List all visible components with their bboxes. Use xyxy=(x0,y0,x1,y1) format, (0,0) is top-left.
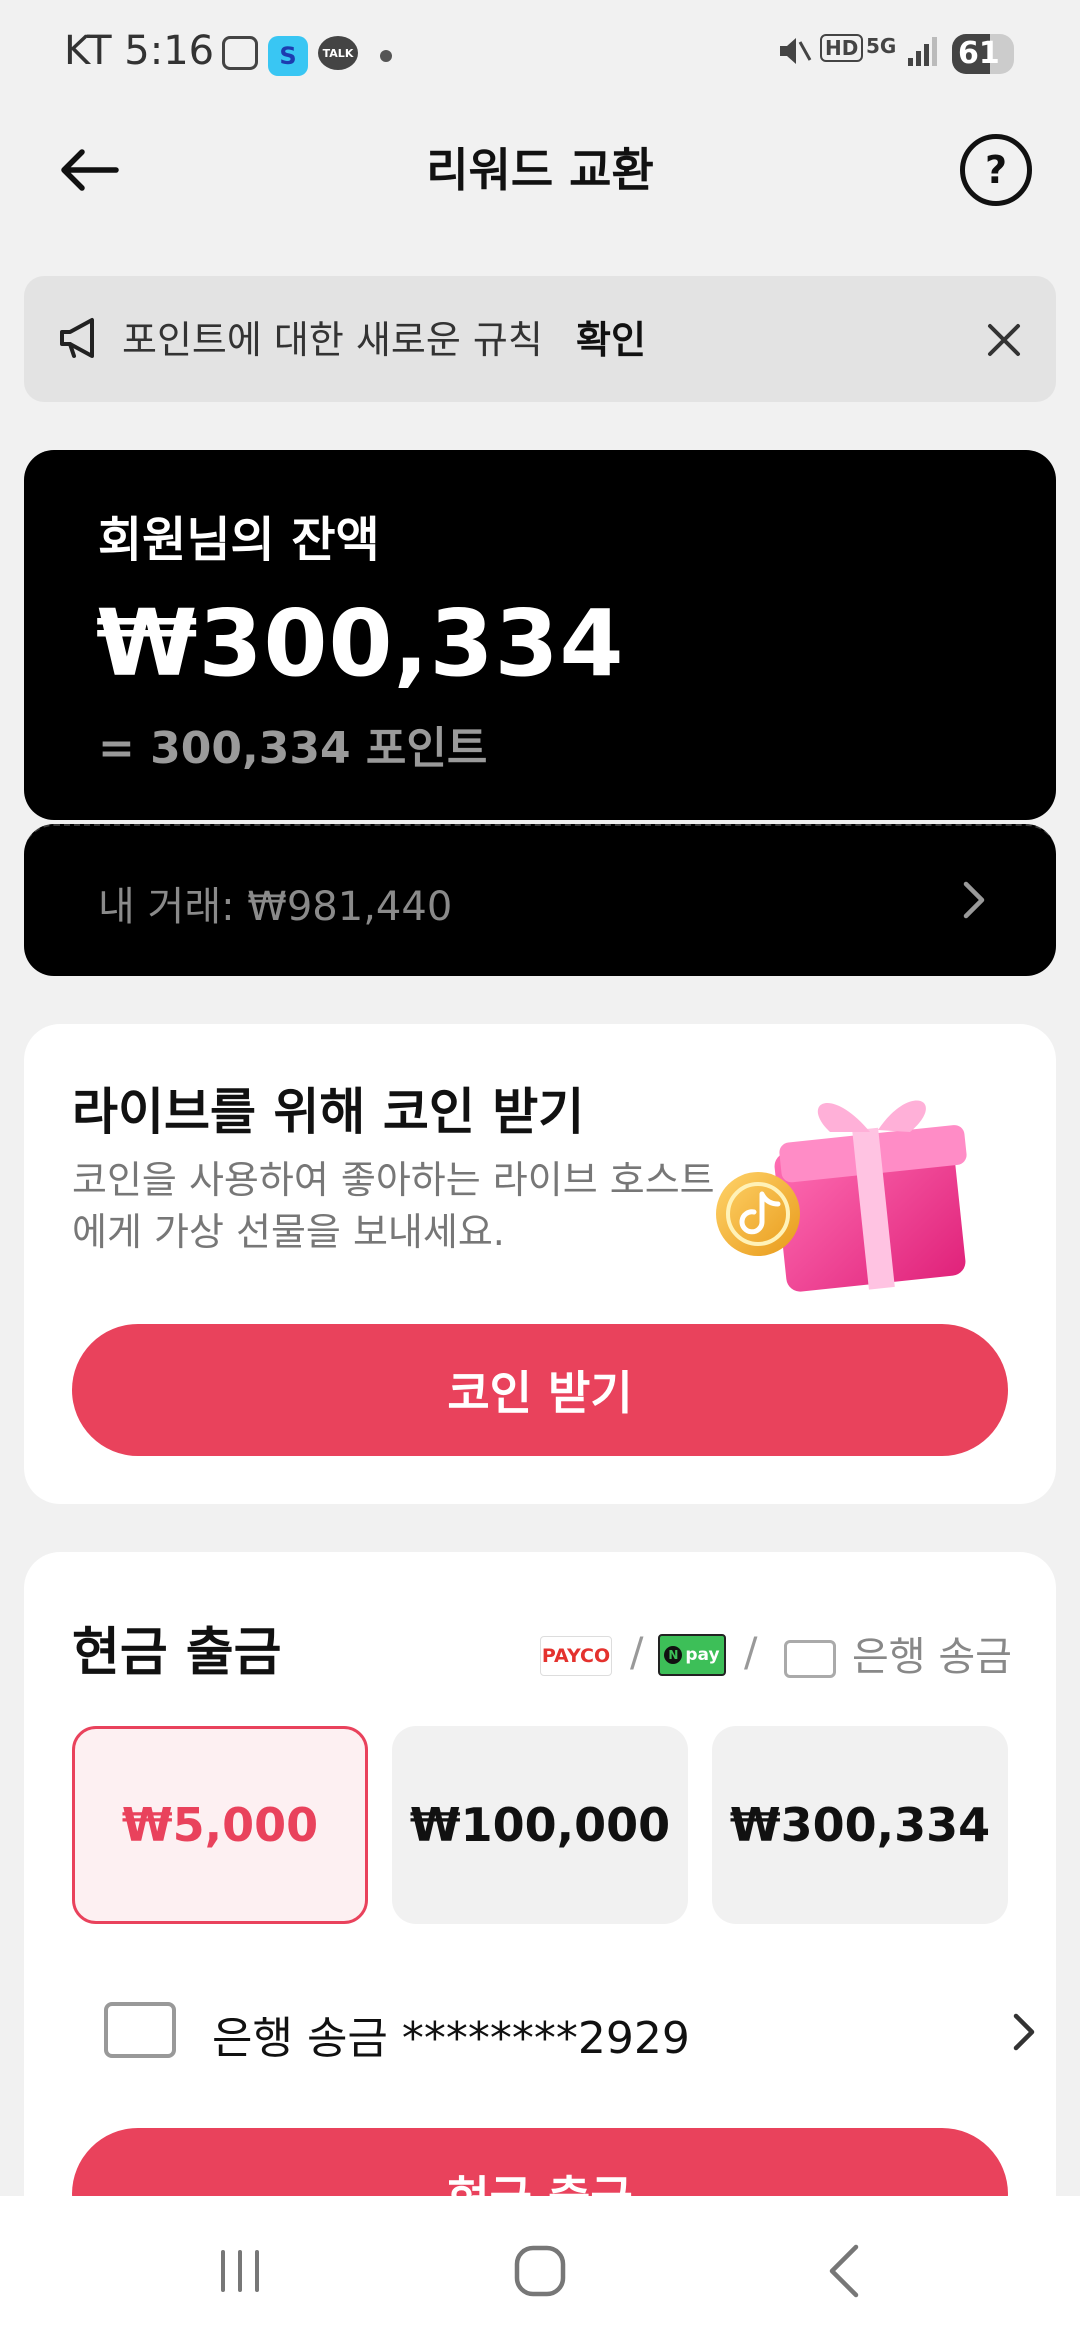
npay-label: pay xyxy=(685,1645,720,1665)
signal-icon xyxy=(906,34,940,75)
transactions-row[interactable]: 내 거래: ₩981,440 xyxy=(24,824,1056,976)
credit-card-icon xyxy=(104,2002,176,2058)
megaphone-icon xyxy=(60,318,94,358)
notice-confirm-link[interactable]: 확인 xyxy=(576,312,646,368)
chevron-left-icon xyxy=(829,2244,859,2298)
status-bar: KT 5:16 S TALK HD 5G 61 xyxy=(0,0,1080,110)
get-coins-button[interactable]: 코인 받기 xyxy=(72,1324,1008,1456)
balance-label: 회원님의 잔액 xyxy=(98,512,380,568)
recents-icon xyxy=(221,2250,259,2292)
notice-close-button[interactable] xyxy=(974,310,1034,370)
arrow-left-icon xyxy=(61,149,119,191)
recents-button[interactable] xyxy=(200,2236,280,2306)
balance-points: = 300,334 포인트 xyxy=(98,723,488,774)
home-button[interactable] xyxy=(500,2236,580,2306)
more-notifications-dot xyxy=(380,50,392,62)
chevron-right-icon xyxy=(994,2002,1054,2062)
gift-box-coin-icon xyxy=(716,1100,967,1292)
balance-card: 회원님의 잔액 ₩300,334 = 300,334 포인트 xyxy=(24,450,1056,820)
payco-logo: PAYCO xyxy=(540,1636,612,1676)
chevron-right-icon xyxy=(944,870,1004,930)
bank-transfer-label: 은행 송금 xyxy=(852,1634,1012,1680)
battery-icon: 61 xyxy=(952,34,1014,74)
notice-text: 포인트에 대한 새로운 규칙 xyxy=(122,318,543,362)
hd-icon: HD xyxy=(820,34,864,62)
bank-account-label: 은행 송금 ********2929 xyxy=(212,2013,690,2064)
method-separator: / xyxy=(744,1630,758,1676)
page-title: 리워드 교환 xyxy=(426,143,654,197)
method-separator: / xyxy=(630,1630,644,1676)
kakaotalk-icon: TALK xyxy=(318,36,358,70)
coins-description: 코인을 사용하여 좋아하는 라이브 호스트에게 가상 선물을 보내세요. xyxy=(72,1158,715,1254)
coins-card: 라이브를 위해 코인 받기 코인을 사용하여 좋아하는 라이브 호스트에게 가상… xyxy=(24,1024,1056,1504)
amount-option-100000[interactable]: ₩100,000 xyxy=(392,1726,688,1924)
home-icon xyxy=(514,2245,566,2297)
battery-level: 61 xyxy=(958,36,1000,71)
credit-card-icon xyxy=(784,1640,836,1678)
npay-n-glyph: N xyxy=(664,1646,683,1664)
transactions-label: 내 거래: ₩981,440 xyxy=(98,884,453,930)
coins-title: 라이브를 위해 코인 받기 xyxy=(72,1083,585,1141)
balance-amount: ₩300,334 xyxy=(96,590,625,697)
back-button[interactable] xyxy=(48,130,128,210)
talk-label: TALK xyxy=(322,46,354,60)
withdraw-title: 현금 출금 xyxy=(72,1623,282,1683)
npay-logo: Npay xyxy=(658,1634,726,1676)
amount-option-300334[interactable]: ₩300,334 xyxy=(712,1726,1008,1924)
question-circle-icon: ? xyxy=(984,148,1008,192)
5g-icon: 5G xyxy=(866,34,897,58)
app-notification-icon: S xyxy=(268,36,308,76)
screenshot-icon xyxy=(222,36,258,70)
help-button[interactable]: ? xyxy=(960,134,1032,206)
amount-option-5000[interactable]: ₩5,000 xyxy=(72,1726,368,1924)
status-time: KT 5:16 xyxy=(64,28,215,74)
close-icon xyxy=(988,324,1020,356)
bank-account-row[interactable]: 은행 송금 ********2929 xyxy=(54,1972,1044,2092)
mute-icon xyxy=(776,34,812,75)
system-back-button[interactable] xyxy=(804,2236,884,2306)
notice-banner[interactable]: 포인트에 대한 새로운 규칙 확인 xyxy=(24,276,1056,402)
system-nav-bar xyxy=(0,2196,1080,2340)
